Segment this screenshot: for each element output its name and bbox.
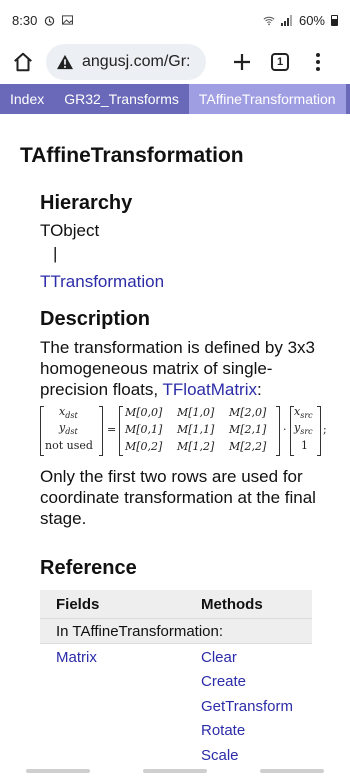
menu-dot — [316, 53, 320, 57]
matrix-equation: xdst ydst not used = M[0,0] M[1,0] M[2,0… — [40, 405, 330, 456]
methods-column-header: Methods — [201, 595, 263, 613]
right-vector-y: ysrc — [294, 421, 313, 437]
description-heading: Description — [40, 308, 151, 330]
methods-column: Clear Create GetTransform Rotate Scale — [201, 646, 293, 768]
right-vector-one: 1 — [301, 439, 308, 452]
home-button[interactable] — [10, 49, 36, 75]
left-vector-y: ydst — [59, 421, 78, 437]
tab-count: 1 — [271, 53, 289, 71]
matrix-cell: M[2,1] — [229, 423, 267, 436]
equation-semicolon: ; — [323, 423, 327, 436]
left-vector-bracket-open — [40, 406, 44, 456]
matrix-cell: M[0,1] — [125, 423, 163, 436]
description-colon: : — [257, 380, 262, 399]
matrix-bracket-close — [276, 406, 280, 456]
description-section: Description The transformation is define… — [40, 308, 350, 529]
browser-toolbar: angusj.com/Gr: 1 — [0, 40, 350, 84]
url-text: angusj.com/Gr: — [82, 53, 191, 70]
warning-icon — [57, 54, 73, 70]
method-link-clear[interactable]: Clear — [201, 646, 293, 670]
matrix-bracket-open — [119, 406, 123, 456]
left-vector-notused: not used — [45, 439, 93, 452]
matrix-cell: M[1,2] — [177, 440, 215, 453]
dot-operator: · — [283, 423, 287, 436]
matrix-cell: M[0,2] — [125, 440, 163, 453]
hierarchy-connector: | — [53, 244, 58, 263]
wifi-icon — [263, 14, 275, 26]
alarm-icon — [43, 14, 55, 26]
hierarchy-section: Hierarchy TObject | TTransformation — [40, 192, 350, 292]
equals-sign: = — [107, 423, 117, 436]
reference-section: Reference Fields Methods In TAffineTrans… — [40, 557, 350, 768]
reference-table-header: Fields Methods — [40, 590, 312, 618]
reference-table-body: Matrix Clear Create GetTransform Rotate … — [40, 644, 312, 768]
status-time: 8:30 — [12, 12, 38, 28]
left-vector-bracket-close — [99, 406, 103, 456]
breadcrumb-item-current: TAffineTransformation — [188, 84, 346, 114]
matrix-cell: M[2,0] — [229, 406, 267, 419]
field-link-matrix[interactable]: Matrix — [56, 646, 201, 670]
method-link-create[interactable]: Create — [201, 670, 293, 694]
nav-home-handle[interactable] — [142, 769, 207, 773]
reference-heading: Reference — [40, 557, 137, 579]
plus-icon — [234, 54, 250, 70]
method-link-gettransform[interactable]: GetTransform — [201, 695, 293, 719]
address-bar[interactable]: angusj.com/Gr: — [46, 44, 206, 80]
left-vector-x: xdst — [59, 405, 78, 421]
page-content: TAffineTransformation Hierarchy TObject … — [0, 144, 350, 768]
right-vector-bracket-close — [317, 406, 321, 456]
fields-column: Matrix — [40, 646, 201, 768]
nav-back-handle[interactable] — [259, 769, 324, 773]
reference-table: Fields Methods In TAffineTransformation:… — [40, 590, 312, 768]
status-bar: 8:30 60% — [0, 0, 350, 40]
fields-column-header: Fields — [56, 595, 100, 613]
image-notification-icon — [61, 14, 73, 26]
breadcrumb-item-index[interactable]: Index — [0, 84, 54, 114]
description-paragraph-2: Only the first two rows are used for coo… — [40, 467, 316, 528]
matrix-cell: M[0,0] — [125, 406, 163, 419]
hierarchy-root: TObject — [40, 221, 100, 240]
new-tab-button[interactable] — [228, 48, 256, 76]
matrix-cell: M[2,2] — [229, 440, 267, 453]
right-vector-x: xsrc — [294, 405, 313, 421]
menu-dot — [316, 60, 320, 64]
signal-icon — [280, 14, 293, 26]
hierarchy-child-link[interactable]: TTransformation — [40, 272, 164, 291]
hierarchy-heading: Hierarchy — [40, 192, 133, 214]
description-paragraph: The transformation is defined by 3x3 hom… — [40, 337, 350, 400]
battery-percent: 60% — [298, 12, 325, 28]
home-icon — [14, 52, 32, 72]
tfloatmatrix-link[interactable]: TFloatMatrix — [163, 380, 257, 399]
method-link-rotate[interactable]: Rotate — [201, 719, 293, 743]
breadcrumb-item-unit[interactable]: GR32_Transforms — [54, 84, 189, 114]
system-navigation-bar — [0, 764, 350, 778]
page-title: TAffineTransformation — [20, 144, 244, 167]
battery-icon — [331, 14, 338, 26]
matrix-cell: M[1,1] — [177, 423, 215, 436]
nav-recents-handle[interactable] — [26, 769, 91, 773]
reference-group-label: In TAffineTransformation: — [40, 618, 312, 644]
breadcrumb: Index GR32_Transforms TAffineTransformat… — [0, 84, 350, 114]
menu-dot — [316, 67, 320, 71]
tab-switcher-button[interactable]: 1 — [266, 48, 294, 76]
matrix-cell: M[1,0] — [177, 406, 215, 419]
menu-button[interactable] — [304, 48, 332, 76]
